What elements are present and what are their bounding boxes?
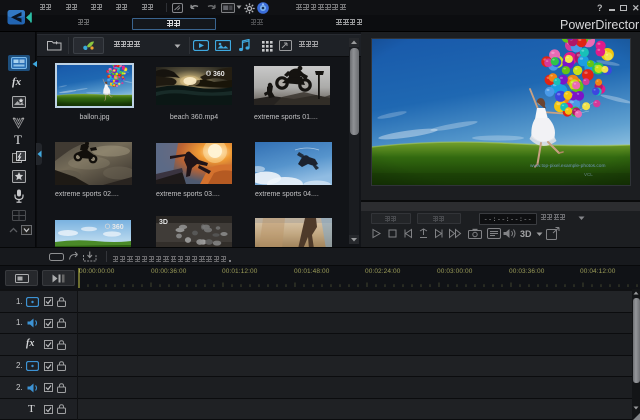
svg-text:360: 360 [112, 224, 124, 231]
svg-text:360: 360 [213, 71, 225, 78]
svg-text:www.top-pixel.example-photos.c: www.top-pixel.example-photos.com [530, 163, 605, 169]
svg-text:VCL: VCL [584, 172, 593, 177]
svg-text:3D: 3D [159, 219, 168, 226]
